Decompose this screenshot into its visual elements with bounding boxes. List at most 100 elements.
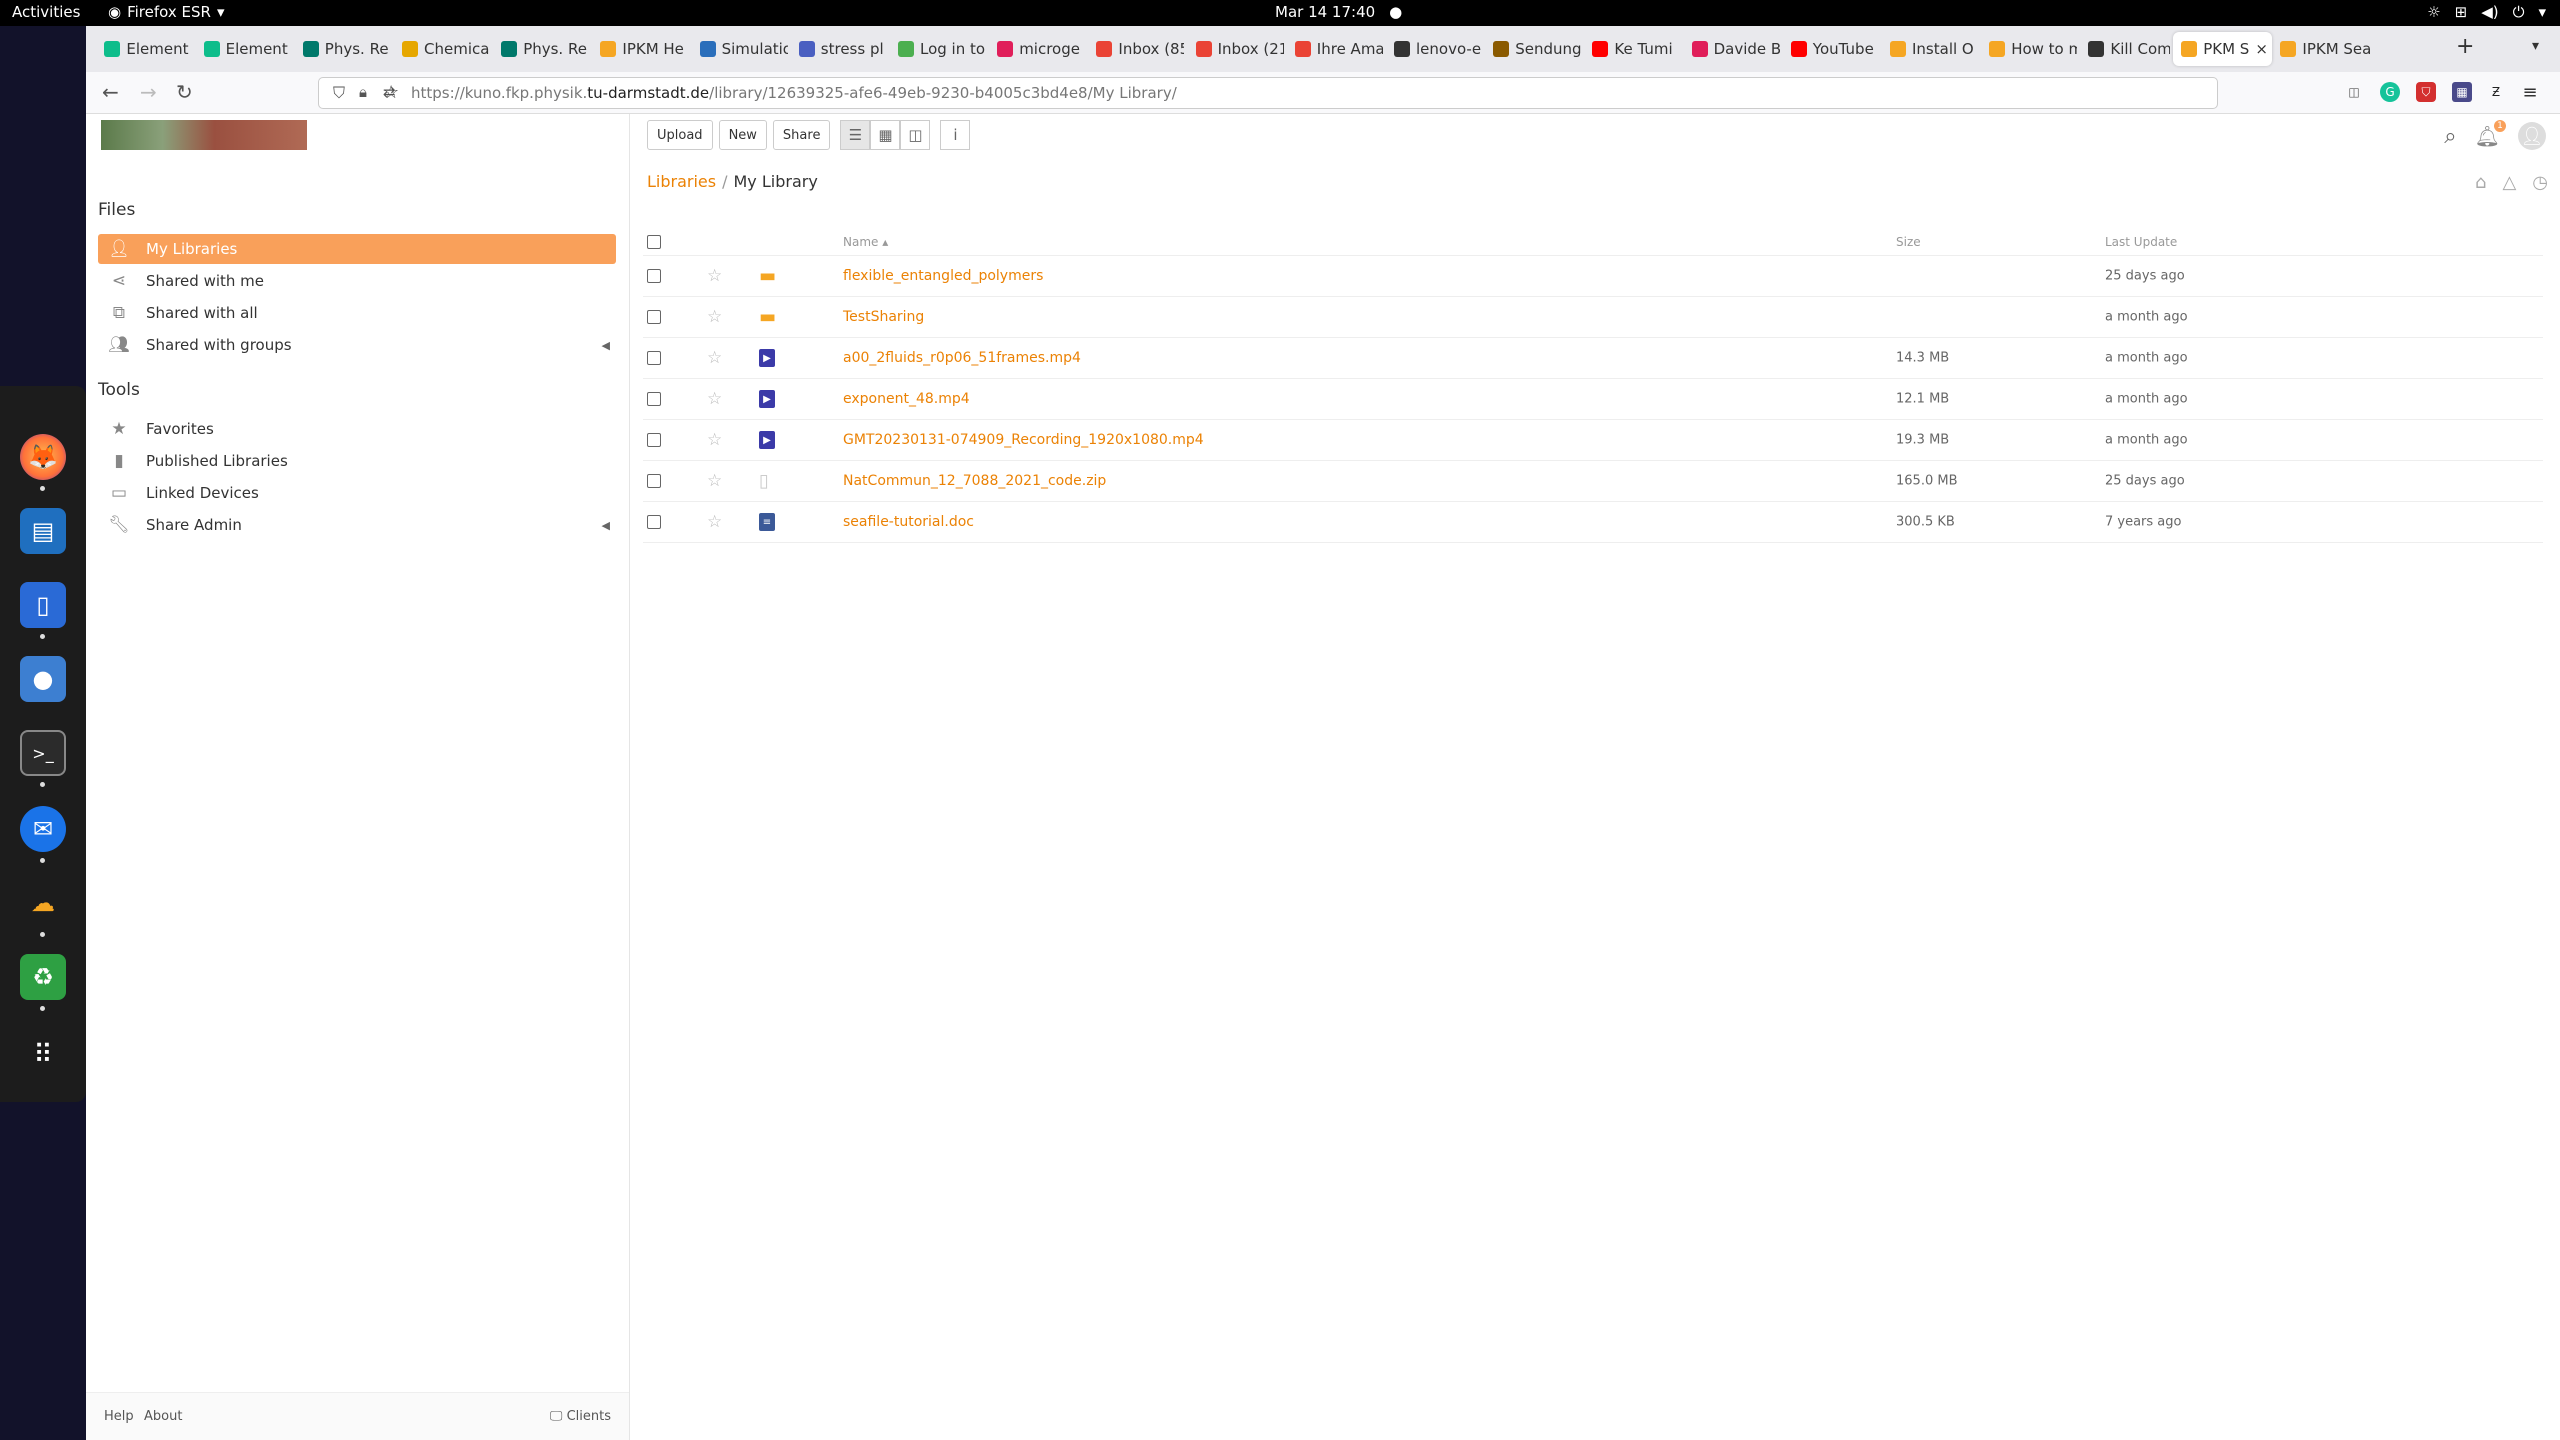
- tab-active[interactable]: PKM S ×: [2173, 32, 2273, 66]
- terminal-dock-icon[interactable]: >_: [20, 730, 66, 776]
- breadcrumb-libraries-link[interactable]: Libraries: [647, 172, 716, 191]
- tab[interactable]: YouTube: [1783, 32, 1879, 66]
- star-icon[interactable]: ☆: [707, 512, 722, 532]
- ublock-icon[interactable]: ⛉: [2416, 82, 2436, 102]
- list-view-icon[interactable]: ☰: [840, 120, 871, 150]
- hamburger-menu-icon[interactable]: ≡: [2520, 82, 2540, 103]
- table-row[interactable]: ☆ ▬ TestSharing a month ago: [643, 297, 2543, 338]
- sidebar-item-share-admin[interactable]: 🔧︎ Share Admin ◀: [98, 510, 616, 540]
- tab[interactable]: Inbox (85: [1088, 32, 1184, 66]
- row-checkbox[interactable]: [647, 269, 661, 283]
- tab[interactable]: Sendung: [1485, 32, 1581, 66]
- share-button[interactable]: Share: [772, 120, 831, 150]
- new-tab-button[interactable]: +: [2456, 34, 2474, 59]
- lock-icon[interactable]: 🔒︎: [359, 83, 367, 101]
- tab[interactable]: Log in to: [890, 32, 986, 66]
- tracking-shield-icon[interactable]: ⛉: [333, 83, 345, 103]
- file-name-link[interactable]: exponent_48.mp4: [843, 391, 970, 407]
- forward-button[interactable]: →: [140, 80, 157, 104]
- history-icon[interactable]: ◷: [2532, 172, 2548, 193]
- writer-dock-icon[interactable]: ▤: [20, 508, 66, 554]
- notification-bell-icon[interactable]: 🔔︎ 1: [2475, 120, 2506, 148]
- tab[interactable]: Install O: [1882, 32, 1978, 66]
- sidebar-item-favorites[interactable]: ★ Favorites: [98, 414, 616, 444]
- sidebar-item-shared-with-groups[interactable]: 👥︎ Shared with groups ◀: [98, 330, 616, 360]
- tab[interactable]: How to m: [1981, 32, 2077, 66]
- search-icon[interactable]: ⌕: [2444, 124, 2456, 149]
- tab[interactable]: lenovo-e: [1386, 32, 1482, 66]
- close-tab-icon[interactable]: ×: [2255, 40, 2268, 58]
- tag-icon[interactable]: ⌂: [2475, 172, 2486, 193]
- file-name-link[interactable]: a00_2fluids_r0p06_51frames.mp4: [843, 350, 1081, 366]
- tab[interactable]: Phys. Re: [493, 32, 589, 66]
- file-name-link[interactable]: TestSharing: [843, 309, 924, 325]
- table-row[interactable]: ☆ ▶ a00_2fluids_r0p06_51frames.mp4 14.3 MB a…: [643, 338, 2543, 379]
- tab-list-button[interactable]: ▾: [2532, 38, 2539, 54]
- tab[interactable]: IPKM Sea: [2272, 32, 2371, 66]
- tab[interactable]: IPKM He: [592, 32, 688, 66]
- clock[interactable]: Mar 14 17:40 ●: [1275, 3, 1402, 21]
- row-checkbox[interactable]: [647, 351, 661, 365]
- tab[interactable]: Element: [96, 32, 192, 66]
- tab[interactable]: Ihre Ama: [1287, 32, 1383, 66]
- table-row[interactable]: ☆ ▶ exponent_48.mp4 12.1 MB a month ago: [643, 379, 2543, 420]
- table-row[interactable]: ☆ ▶ GMT20230131-074909_Recording_1920x1080…: [643, 420, 2543, 461]
- row-checkbox[interactable]: [647, 310, 661, 324]
- firefox-dock-icon[interactable]: 🦊: [20, 434, 66, 480]
- sidebar-item-published-libraries[interactable]: ▮ Published Libraries: [98, 446, 616, 476]
- select-all-checkbox[interactable]: [647, 234, 661, 249]
- tab[interactable]: microge: [989, 32, 1085, 66]
- grammarly-icon[interactable]: G: [2380, 82, 2400, 102]
- row-checkbox[interactable]: [647, 433, 661, 447]
- system-tray[interactable]: ☼ ⊞ ◀) ⏻ ▾: [2427, 3, 2546, 21]
- url-bar[interactable]: ⛉ 🔒︎ ⇄ https://kuno.fkp.physik.tu-darmst…: [318, 77, 2218, 109]
- reload-button[interactable]: ↻: [176, 80, 193, 104]
- star-icon[interactable]: ☆: [707, 430, 722, 450]
- seafile-dock-icon[interactable]: ☁: [20, 880, 66, 926]
- table-row[interactable]: ☆ ▯ NatCommun_12_7088_2021_code.zip 165.0 M…: [643, 461, 2543, 502]
- pocket-icon[interactable]: ◫: [2344, 82, 2364, 102]
- tab[interactable]: Kill Com: [2080, 32, 2170, 66]
- activities-button[interactable]: Activities: [12, 3, 80, 21]
- file-name-link[interactable]: flexible_entangled_polymers: [843, 268, 1043, 284]
- grid-view-icon[interactable]: ▦: [870, 120, 901, 150]
- sidebar-item-linked-devices[interactable]: ▭ Linked Devices: [98, 478, 616, 508]
- tab[interactable]: Chemica: [394, 32, 490, 66]
- zotero-icon[interactable]: Ƶ: [2486, 82, 2506, 102]
- tab[interactable]: Inbox (21: [1188, 32, 1284, 66]
- site-logo[interactable]: [101, 120, 307, 150]
- tab[interactable]: Simulatio: [692, 32, 788, 66]
- info-icon[interactable]: i: [940, 120, 971, 150]
- row-checkbox[interactable]: [647, 474, 661, 488]
- size-column-header[interactable]: Size: [1896, 235, 1921, 249]
- about-link[interactable]: About: [144, 1409, 182, 1424]
- back-button[interactable]: ←: [102, 80, 119, 104]
- tab[interactable]: Element: [196, 32, 292, 66]
- column-view-icon[interactable]: ◫: [900, 120, 931, 150]
- bookmark-star-icon[interactable]: ☆: [383, 82, 2207, 103]
- last-update-column-header[interactable]: Last Update: [2105, 235, 2177, 249]
- tab[interactable]: Ke Tumi: [1584, 32, 1680, 66]
- sidebar-item-shared-with-all[interactable]: ⧉ Shared with all: [98, 298, 616, 328]
- star-icon[interactable]: ☆: [707, 389, 722, 409]
- file-name-link[interactable]: seafile-tutorial.doc: [843, 514, 974, 530]
- new-button[interactable]: New: [718, 120, 767, 150]
- sidebar-item-shared-with-me[interactable]: ⋖ Shared with me: [98, 266, 616, 296]
- trash-icon[interactable]: △: [2502, 172, 2516, 193]
- file-name-link[interactable]: GMT20230131-074909_Recording_1920x1080.m…: [843, 432, 1204, 448]
- avatar[interactable]: 👤︎: [2518, 122, 2546, 150]
- sidebar-item-my-libraries[interactable]: 👤︎ My Libraries: [98, 234, 616, 264]
- clients-link[interactable]: 🖵 Clients: [550, 1409, 611, 1424]
- expand-caret-icon[interactable]: ◀: [602, 339, 610, 352]
- app-grid-icon[interactable]: ⠿: [20, 1032, 66, 1078]
- table-row[interactable]: ☆ ▬ flexible_entangled_polymers 25 days ago: [643, 256, 2543, 297]
- app-menu[interactable]: ◉ Firefox ESR ▾: [108, 3, 224, 21]
- upload-button[interactable]: Upload: [647, 120, 713, 150]
- help-link[interactable]: Help: [104, 1409, 134, 1424]
- name-column-header[interactable]: Name ▴: [843, 235, 888, 249]
- star-icon[interactable]: ☆: [707, 307, 722, 327]
- reader-dock-icon[interactable]: ▯: [20, 582, 66, 628]
- tab[interactable]: Phys. Re: [295, 32, 391, 66]
- row-checkbox[interactable]: [647, 392, 661, 406]
- row-checkbox[interactable]: [647, 515, 661, 529]
